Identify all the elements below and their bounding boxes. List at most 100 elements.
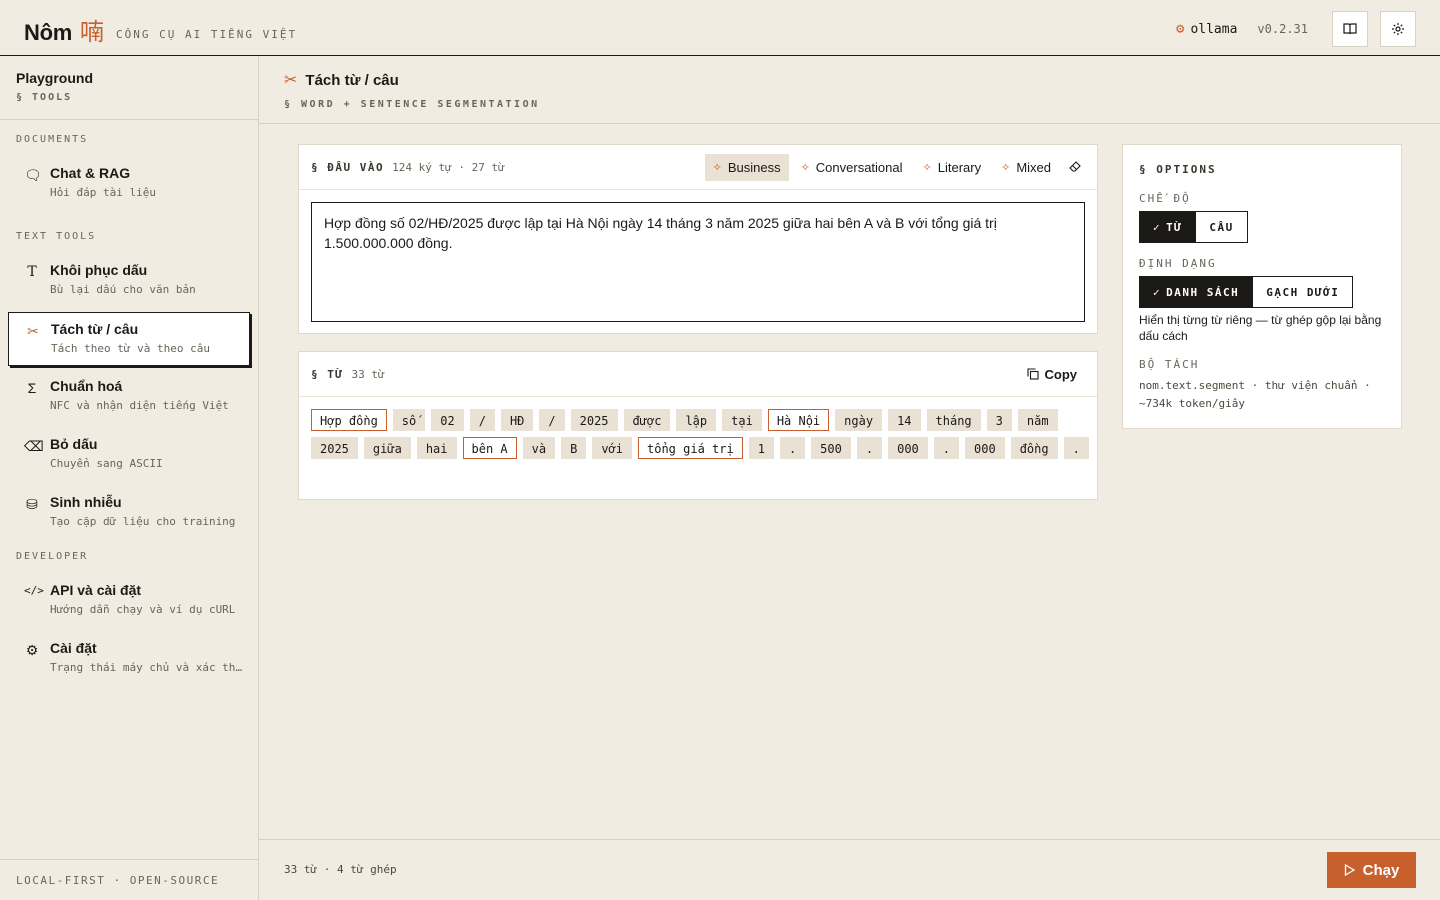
input-textarea[interactable]: Hợp đồng số 02/HĐ/2025 được lập tại Hà N… xyxy=(311,202,1085,322)
sidebar-item-normalize[interactable]: Σ Chuẩn hoá NFC và nhận diện tiếng Việt xyxy=(8,370,250,424)
mode-option-word[interactable]: ✓ TỪ xyxy=(1139,211,1197,243)
check-icon: ✓ xyxy=(1153,285,1162,299)
main-panel: ✂ Tách từ / câu § WORD + SENTENCE SEGMEN… xyxy=(259,56,1440,900)
compound-token: Hà Nội xyxy=(767,409,830,431)
token: ngày xyxy=(835,409,883,431)
code-icon: </> xyxy=(24,584,44,597)
sidebar-item-noise-generation[interactable]: ⛁ Sinh nhiễu Tạo cặp dữ liệu cho trainin… xyxy=(8,486,250,540)
token: được xyxy=(623,409,671,431)
eraser-icon: ⌫ xyxy=(24,438,44,454)
version-label: v0.2.31 xyxy=(1257,22,1308,36)
sidebar-item-api[interactable]: </> API và cài đặt Hướng dẫn chạy và ví … xyxy=(8,574,250,628)
mode-segmented: ✓ TỪ CÂU xyxy=(1139,211,1248,243)
preset-literary[interactable]: ✧ Literary xyxy=(915,154,990,181)
token: hai xyxy=(416,437,457,459)
sidebar-item-label: API và cài đặt xyxy=(50,582,142,598)
sidebar-item-desc: Chuyển sang ASCII xyxy=(50,457,163,470)
token: và xyxy=(522,437,556,459)
clear-input-button[interactable] xyxy=(1065,154,1085,181)
sidebar-item-desc: NFC và nhận diện tiếng Việt xyxy=(50,399,229,412)
page-title-text: Tách từ / câu xyxy=(305,71,399,89)
scissors-icon: ✂ xyxy=(284,72,298,89)
token: 2025 xyxy=(570,409,618,431)
sidebar-item-settings[interactable]: ⚙ Cài đặt Trạng thái máy chủ và xác thực xyxy=(8,632,250,686)
token: 2025 xyxy=(311,437,358,459)
format-option-list[interactable]: ✓ DANH SÁCH xyxy=(1139,276,1254,308)
sidebar-subtitle: § TOOLS xyxy=(16,92,73,103)
preset-mixed[interactable]: ✧ Mixed xyxy=(993,154,1059,181)
token: HĐ xyxy=(500,409,534,431)
sidebar-item-chat-rag[interactable]: 🗨︎ Chat & RAG Hỏi đáp tài liệu xyxy=(8,157,250,211)
token: tại xyxy=(722,409,762,431)
sidebar-item-segmentation[interactable]: ✂ Tách từ / câu Tách theo từ và theo câu xyxy=(8,312,250,366)
copy-button[interactable]: Copy xyxy=(1019,363,1086,386)
sidebar-header: Playground § TOOLS xyxy=(0,56,258,120)
copy-icon xyxy=(1026,368,1039,380)
model-indicator[interactable]: ⚙ ollama xyxy=(1176,21,1237,37)
mode-option-sentence[interactable]: CÂU xyxy=(1196,211,1248,243)
compound-token: tổng giá trị xyxy=(638,437,743,459)
sidebar-item-label: Chuẩn hoá xyxy=(50,378,123,394)
input-label: § ĐẦU VÀO xyxy=(311,160,385,174)
sidebar: Playground § TOOLS DOCUMENTS 🗨︎ Chat & R… xyxy=(0,56,259,900)
sidebar-item-remove-diacritics[interactable]: ⌫ Bỏ dấu Chuyển sang ASCII xyxy=(8,428,250,482)
settings-button[interactable] xyxy=(1380,11,1416,47)
input-card-header: § ĐẦU VÀO 124 ký tự · 27 từ ✧ Business ✧… xyxy=(299,145,1097,190)
header-actions: ⚙ ollama v0.2.31 xyxy=(1176,11,1416,47)
sidebar-item-label: Sinh nhiễu xyxy=(50,494,122,510)
model-gear-icon: ⚙ xyxy=(1176,21,1185,37)
token: giữa xyxy=(363,437,411,459)
token: 3 xyxy=(986,409,1012,431)
token: đồng xyxy=(1010,437,1058,459)
preset-business[interactable]: ✧ Business xyxy=(704,153,789,181)
token: 000 xyxy=(965,437,1005,459)
brand[interactable]: Nôm 喃 CÔNG CỤ AI TIẾNG VIỆT xyxy=(24,12,297,47)
token: 000 xyxy=(888,437,928,459)
token: 1 xyxy=(748,437,774,459)
format-option-label: DANH SÁCH xyxy=(1166,285,1240,299)
mode-label: CHẾ ĐỘ xyxy=(1139,192,1191,205)
check-icon: ✓ xyxy=(1153,220,1162,234)
brand-glyph: 喃 xyxy=(80,18,104,46)
sparkle-icon: ✧ xyxy=(712,161,722,174)
sidebar-item-label: Cài đặt xyxy=(50,640,97,656)
mode-option-label: CÂU xyxy=(1209,220,1234,234)
sidebar-item-desc: Hướng dẫn chạy và ví dụ cURL xyxy=(50,603,236,616)
top-bar: Nôm 喃 CÔNG CỤ AI TIẾNG VIỆT ⚙ ollama v0.… xyxy=(0,0,1440,56)
chat-icon: 🗨︎ xyxy=(24,167,42,183)
token-list: Hợp đồng số 02/HĐ/2025 được lập tại Hà Nội ngày… xyxy=(311,409,1091,459)
gear-icon: ⚙ xyxy=(25,642,39,658)
token: . xyxy=(779,437,806,459)
token: / xyxy=(469,409,495,431)
docs-button[interactable] xyxy=(1332,11,1368,47)
sidebar-item-label: Khôi phục dấu xyxy=(50,262,148,278)
token: . xyxy=(933,437,960,459)
page-header: ✂ Tách từ / câu § WORD + SENTENCE SEGMEN… xyxy=(259,56,1440,124)
section-developer: DEVELOPER xyxy=(16,551,89,562)
output-card: § TỪ 33 từ Copy Hợp đồng số 02/HĐ/2025 được… xyxy=(298,351,1098,500)
sidebar-title: Playground xyxy=(16,70,94,86)
result-stats: 33 từ · 4 từ ghép xyxy=(284,863,397,876)
output-label: § TỪ xyxy=(311,367,344,381)
sidebar-item-label: Bỏ dấu xyxy=(50,436,98,452)
section-documents: DOCUMENTS xyxy=(16,134,89,145)
token: 14 xyxy=(888,409,921,431)
sparkle-icon: ✧ xyxy=(922,161,932,174)
sidebar-item-label: Chat & RAG xyxy=(50,165,131,181)
sigma-icon: Σ xyxy=(27,380,37,396)
run-button[interactable]: Chạy xyxy=(1327,852,1416,888)
format-segmented: ✓ DANH SÁCH GẠCH DƯỚI xyxy=(1139,276,1354,308)
splitter-info: nom.text.segment · thư viện chuẩn · ~734… xyxy=(1139,379,1371,410)
page-subtitle: § WORD + SENTENCE SEGMENTATION xyxy=(284,99,540,110)
sidebar-item-desc: Hỏi đáp tài liệu xyxy=(50,186,156,199)
sidebar-item-restore-diacritics[interactable]: T Khôi phục dấu Bù lại dấu cho văn bản xyxy=(8,254,250,308)
sidebar-item-desc: Tạo cặp dữ liệu cho training xyxy=(50,515,236,528)
play-icon xyxy=(1344,864,1355,876)
database-icon: ⛁ xyxy=(26,496,38,512)
input-card: § ĐẦU VÀO 124 ký tự · 27 từ ✧ Business ✧… xyxy=(298,144,1098,334)
preset-conversational[interactable]: ✧ Conversational xyxy=(793,154,911,181)
format-option-underscore[interactable]: GẠCH DƯỚI xyxy=(1253,276,1354,308)
mode-option-label: TỪ xyxy=(1166,220,1183,234)
sidebar-item-desc: Tách theo từ và theo câu xyxy=(51,342,210,355)
sidebar-item-desc: Bù lại dấu cho văn bản xyxy=(50,283,196,296)
